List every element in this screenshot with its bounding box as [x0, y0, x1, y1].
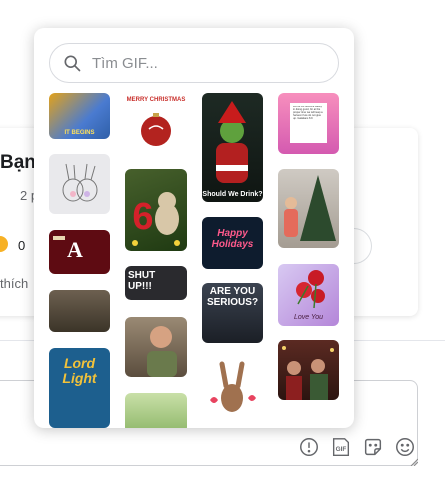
gif-item[interactable]: Let us not become weary in doing good, f…	[278, 93, 339, 154]
gif-item[interactable]: Happy Holidays	[202, 217, 263, 269]
gif-item[interactable]	[125, 317, 187, 377]
gif-item[interactable]: Love You	[278, 264, 339, 326]
resize-handle-icon[interactable]	[410, 458, 418, 466]
alert-circle-icon[interactable]	[298, 436, 320, 458]
gif-item[interactable]: A	[49, 230, 110, 274]
gif-item[interactable]: Should We Drink?	[202, 93, 263, 202]
family-scene-illustration	[282, 346, 334, 400]
search-icon	[64, 55, 81, 72]
gif-item[interactable]: MERRY CHRISTMAS	[125, 93, 187, 156]
bunny-illustration	[62, 163, 98, 202]
gif-picker: IT BEGINS A Lord Light MERRY CHRISTMAS 6…	[34, 28, 354, 428]
gif-item[interactable]	[278, 169, 339, 248]
gif-item[interactable]	[278, 340, 339, 400]
gif-item[interactable]: IT BEGINS	[49, 93, 110, 139]
gif-item[interactable]: SHUT UP!!!	[125, 266, 187, 300]
grinch-illustration	[216, 101, 248, 183]
sticker-icon[interactable]	[362, 436, 384, 458]
svg-text:6: 6	[132, 196, 153, 238]
gif-search-input[interactable]	[92, 54, 322, 72]
post-title: Bạn	[0, 152, 36, 173]
like-label[interactable]: thích	[0, 276, 28, 291]
person-illustration	[147, 326, 177, 377]
composer-toolbar: GIF	[298, 436, 416, 458]
gif-item[interactable]	[202, 358, 263, 418]
gif-item[interactable]: 6	[125, 169, 187, 251]
gif-item[interactable]	[49, 290, 110, 332]
alabama-logo: A	[53, 236, 83, 262]
gif-search-box[interactable]	[49, 43, 339, 83]
emoji-icon[interactable]	[394, 436, 416, 458]
cat-candle-illustration: 6	[132, 192, 180, 246]
gif-item[interactable]	[125, 393, 187, 428]
gif-item[interactable]	[49, 154, 110, 214]
svg-text:GIF: GIF	[336, 446, 347, 453]
gif-item[interactable]: ARE YOU SERIOUS?	[202, 283, 263, 343]
bible-quote-card: Let us not become weary in doing good, f…	[290, 103, 327, 143]
gif-item[interactable]: Lord Light	[49, 348, 110, 428]
gif-icon[interactable]: GIF	[330, 436, 352, 458]
bunny-heart-illustration	[210, 361, 256, 412]
christmas-tree-illustration	[284, 175, 336, 241]
svg-text:A: A	[67, 237, 83, 262]
reaction-count: 0	[18, 238, 26, 253]
